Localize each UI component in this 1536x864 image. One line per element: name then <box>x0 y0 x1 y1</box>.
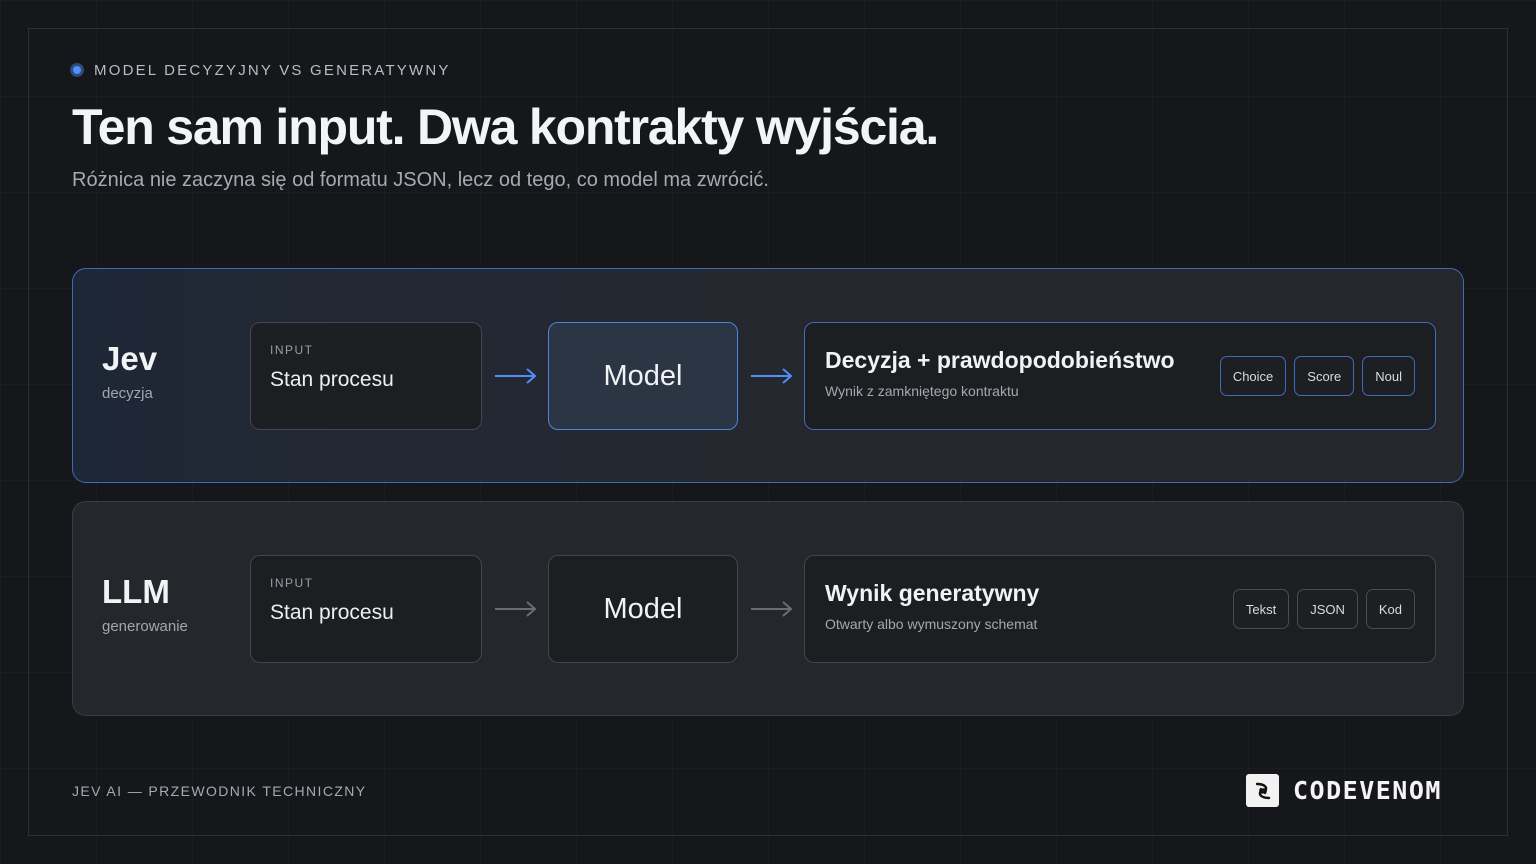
tag-score: Score <box>1294 356 1355 396</box>
footer-caption: JEV AI — PRZEWODNIK TECHNICZNY <box>72 783 367 799</box>
tag-tekst: Tekst <box>1232 589 1290 629</box>
output-box: Wynik generatywny Otwarty albo wymuszony… <box>804 555 1436 663</box>
row-llm: LLM generowanie INPUT Stan procesu Model… <box>72 501 1464 716</box>
brand-name: CODEVENOM <box>1293 776 1442 805</box>
row-name: LLM <box>102 573 170 610</box>
output-box: Decyzja + prawdopodobieństwo Wynik z zam… <box>804 322 1436 430</box>
input-caption: INPUT <box>270 343 314 357</box>
arrow-right-icon <box>751 368 793 384</box>
row-label: Jev decyzja <box>102 340 158 403</box>
page-subtitle: Różnica nie zaczyna się od formatu JSON,… <box>72 169 769 191</box>
row-sub: decyzja <box>102 385 153 403</box>
page-title: Ten sam input. Dwa kontrakty wyjścia. <box>72 99 939 155</box>
tag-choice: Choice <box>1219 356 1287 396</box>
input-value: Stan procesu <box>270 368 394 391</box>
row-name: Jev <box>102 340 158 377</box>
model-box: Model <box>548 322 738 430</box>
row-label: LLM generowanie <box>102 573 188 636</box>
brand: CODEVENOM <box>1246 774 1442 807</box>
tag-kod: Kod <box>1365 589 1415 629</box>
input-box: INPUT Stan procesu <box>250 555 482 663</box>
model-box: Model <box>548 555 738 663</box>
row-jev: Jev decyzja INPUT Stan procesu Model Dec… <box>72 268 1464 483</box>
tag-json: JSON <box>1297 589 1358 629</box>
codevenom-logo-icon <box>1246 774 1279 807</box>
dot-icon <box>70 63 84 77</box>
tag-noul: Noul <box>1362 356 1415 396</box>
input-box: INPUT Stan procesu <box>250 322 482 430</box>
input-value: Stan procesu <box>270 601 394 624</box>
arrow-right-icon <box>495 601 537 617</box>
model-label: Model <box>603 359 683 392</box>
model-label: Model <box>603 592 683 625</box>
eyebrow: MODEL DECYZYJNY VS GENERATYWNY <box>70 61 451 79</box>
output-tags: Choice Score Noul <box>1219 356 1415 396</box>
output-tags: Tekst JSON Kod <box>1232 589 1415 629</box>
eyebrow-text: MODEL DECYZYJNY VS GENERATYWNY <box>94 61 451 79</box>
arrow-right-icon <box>495 368 537 384</box>
row-sub: generowanie <box>102 618 188 636</box>
arrow-right-icon <box>751 601 793 617</box>
input-caption: INPUT <box>270 576 314 590</box>
